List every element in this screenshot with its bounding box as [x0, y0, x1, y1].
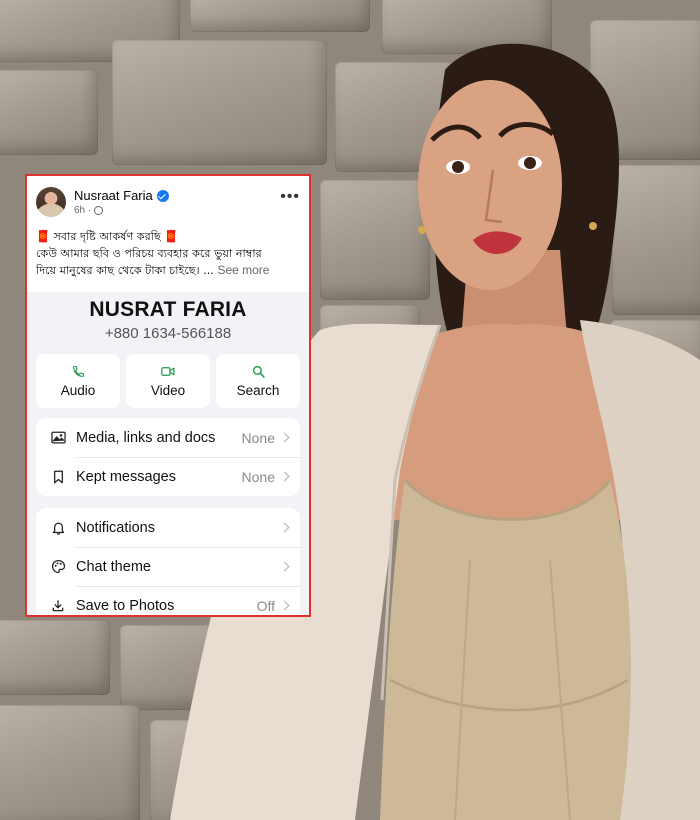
video-label: Video [150, 382, 186, 398]
quick-actions: Audio Video Search [36, 354, 300, 408]
search-label: Search [236, 382, 280, 398]
search-icon [251, 365, 265, 379]
chevron-right-icon [279, 561, 290, 572]
more-options-icon[interactable]: ••• [280, 188, 300, 206]
kept-messages-row[interactable]: Kept messages None [36, 457, 300, 496]
contact-name: NUSRAT FARIA [89, 298, 247, 321]
contact-info-panel: NUSRAT FARIA +880 1634-566188 Audio Vide… [27, 292, 309, 615]
notifications-row[interactable]: Notifications [36, 508, 300, 547]
globe-icon [94, 206, 104, 215]
chat-theme-row[interactable]: Chat theme [36, 547, 300, 586]
save-to-photos-value: Off [256, 597, 275, 614]
kept-messages-value: None [241, 468, 275, 485]
save-to-photos-row[interactable]: Save to Photos Off [36, 586, 300, 615]
post-line-2: কেউ আমার ছবি ও পরিচয় ব্যবহার করে ভুয়া … [36, 247, 262, 260]
media-links-docs-label: Media, links and docs [76, 429, 216, 446]
audio-call-button[interactable]: Audio [36, 354, 120, 408]
image-icon [50, 430, 66, 446]
audio-label: Audio [60, 382, 96, 398]
chevron-right-icon [279, 600, 290, 611]
video-call-button[interactable]: Video [126, 354, 210, 408]
chevron-right-icon [279, 522, 290, 533]
post-line-1: 🧧 সবার দৃষ্টি আকর্ষণ করছি 🧧 [36, 230, 179, 243]
chevron-right-icon [279, 471, 290, 482]
post-text: 🧧 সবার দৃষ্টি আকর্ষণ করছি 🧧 কেউ আমার ছবি… [36, 228, 300, 279]
top [380, 480, 631, 820]
kept-messages-label: Kept messages [76, 468, 176, 485]
facebook-post: Nusraat Faria 6h · ••• 🧧 সবার দৃষ্টি আকর… [27, 176, 309, 292]
notifications-label: Notifications [76, 519, 155, 536]
download-icon [50, 598, 66, 614]
chevron-right-icon [279, 432, 290, 443]
post-time[interactable]: 6h · [74, 205, 91, 216]
bookmark-icon [50, 469, 66, 485]
palette-icon [50, 559, 66, 575]
save-to-photos-label: Save to Photos [76, 597, 175, 614]
search-button[interactable]: Search [216, 354, 300, 408]
media-links-docs-value: None [241, 429, 275, 446]
settings-group-chat: Notifications Chat theme Save to Photos … [36, 508, 300, 615]
contact-phone: +880 1634-566188 [104, 325, 232, 342]
see-more-link[interactable]: See more [217, 263, 269, 277]
avatar[interactable] [36, 187, 66, 217]
media-links-docs-row[interactable]: Media, links and docs None [36, 418, 300, 457]
video-icon [161, 365, 175, 379]
bell-icon [50, 520, 66, 536]
settings-group-media: Media, links and docs None Kept messages… [36, 418, 300, 496]
verified-badge-icon [156, 189, 169, 202]
phone-icon [71, 365, 85, 379]
chat-theme-label: Chat theme [76, 558, 151, 575]
screenshot-overlay: Nusraat Faria 6h · ••• 🧧 সবার দৃষ্টি আকর… [25, 174, 311, 617]
post-line-3: দিয়ে মানুষের কাছ থেকে টাকা চাইছে। ... [36, 264, 214, 277]
post-author[interactable]: Nusraat Faria [74, 188, 153, 203]
